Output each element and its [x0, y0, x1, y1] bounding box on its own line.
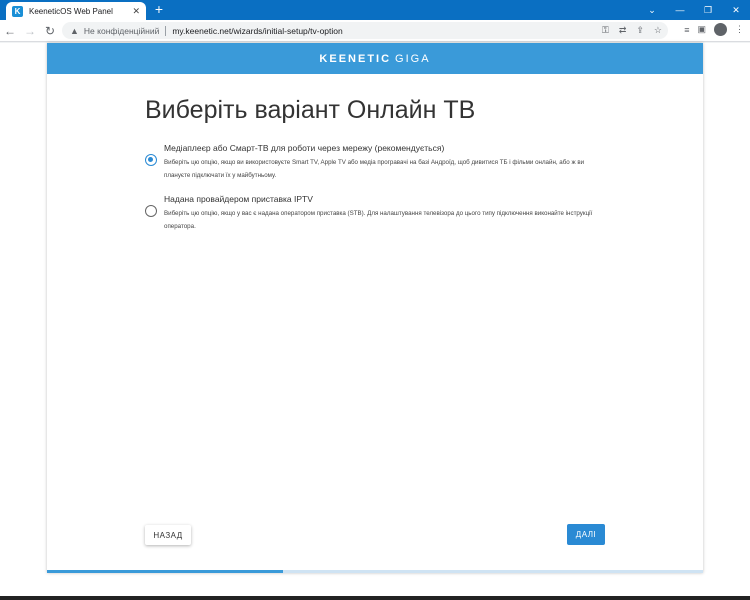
reading-list-icon[interactable]: ≡: [684, 25, 689, 35]
browser-tab[interactable]: K KeeneticOS Web Panel ✕: [6, 2, 146, 20]
tab-close-icon[interactable]: ✕: [132, 6, 140, 17]
toolbar-right: ≡ ▣ ⋮: [684, 23, 744, 36]
omnibox-icons: ⚿ ⇄ ⇪ ☆: [602, 25, 662, 36]
url-text[interactable]: my.keenetic.net/wizards/initial-setup/tv…: [172, 26, 342, 36]
tab-search-icon[interactable]: ⌄: [638, 0, 666, 20]
radio-media-player[interactable]: [145, 154, 157, 166]
close-window-icon[interactable]: ✕: [722, 0, 750, 20]
new-tab-icon[interactable]: +: [152, 2, 166, 16]
brand-model: GIGA: [395, 52, 431, 65]
minimize-icon[interactable]: —: [666, 0, 694, 20]
window-controls: ⌄ — ❐ ✕: [638, 0, 750, 20]
divider: [165, 25, 167, 36]
share-icon[interactable]: ⇪: [636, 25, 644, 36]
warning-icon[interactable]: ▲: [70, 26, 79, 36]
back-button[interactable]: НАЗАД: [145, 525, 191, 545]
browser-tab-strip: K KeeneticOS Web Panel ✕ + ⌄ — ❐ ✕: [0, 0, 750, 20]
bookmark-star-icon[interactable]: ☆: [654, 25, 662, 36]
reload-icon[interactable]: ↻: [40, 21, 60, 41]
progress-fill: [47, 570, 284, 573]
tab-title: KeeneticOS Web Panel: [29, 6, 113, 16]
browser-toolbar: ← → ↻ ▲ Не конфіденційний my.keenetic.ne…: [0, 20, 750, 42]
option-description: Виберіть цю опцію, якщо ви використовуєт…: [164, 159, 585, 179]
profile-avatar[interactable]: [714, 23, 727, 36]
keenetic-favicon-icon: K: [12, 5, 23, 17]
security-status[interactable]: Не конфіденційний: [84, 26, 159, 36]
progress-bar: [47, 570, 703, 573]
translate-icon[interactable]: ⇄: [619, 25, 627, 36]
keenetic-logo: KEENETIC GIGA: [319, 53, 430, 65]
taskbar: [0, 596, 750, 600]
page-title: Виберіть варіант Онлайн ТВ: [145, 96, 476, 124]
wizard-panel: KEENETIC GIGA Виберіть варіант Онлайн ТВ …: [47, 43, 703, 573]
address-bar[interactable]: ▲ Не конфіденційний my.keenetic.net/wiza…: [62, 22, 668, 39]
page-viewport: KEENETIC GIGA Виберіть варіант Онлайн ТВ …: [0, 43, 750, 596]
option-description: Виберіть цю опцію, якщо у вас є надана о…: [164, 210, 593, 230]
option-label[interactable]: Медіаплеєр або Смарт-ТВ для роботи через…: [164, 143, 444, 153]
brand-header: KEENETIC GIGA: [47, 43, 703, 74]
back-arrow-icon[interactable]: ←: [0, 21, 20, 41]
radio-iptv-stb[interactable]: [145, 205, 157, 217]
key-icon[interactable]: ⚿: [602, 25, 609, 36]
side-panel-icon[interactable]: ▣: [697, 24, 706, 35]
menu-icon[interactable]: ⋮: [735, 24, 744, 35]
next-button[interactable]: ДАЛІ: [567, 524, 605, 545]
maximize-icon[interactable]: ❐: [694, 0, 722, 20]
brand-name: KEENETIC: [319, 52, 392, 65]
option-label[interactable]: Надана провайдером приставка IPTV: [164, 194, 313, 204]
forward-arrow-icon[interactable]: →: [20, 21, 40, 41]
